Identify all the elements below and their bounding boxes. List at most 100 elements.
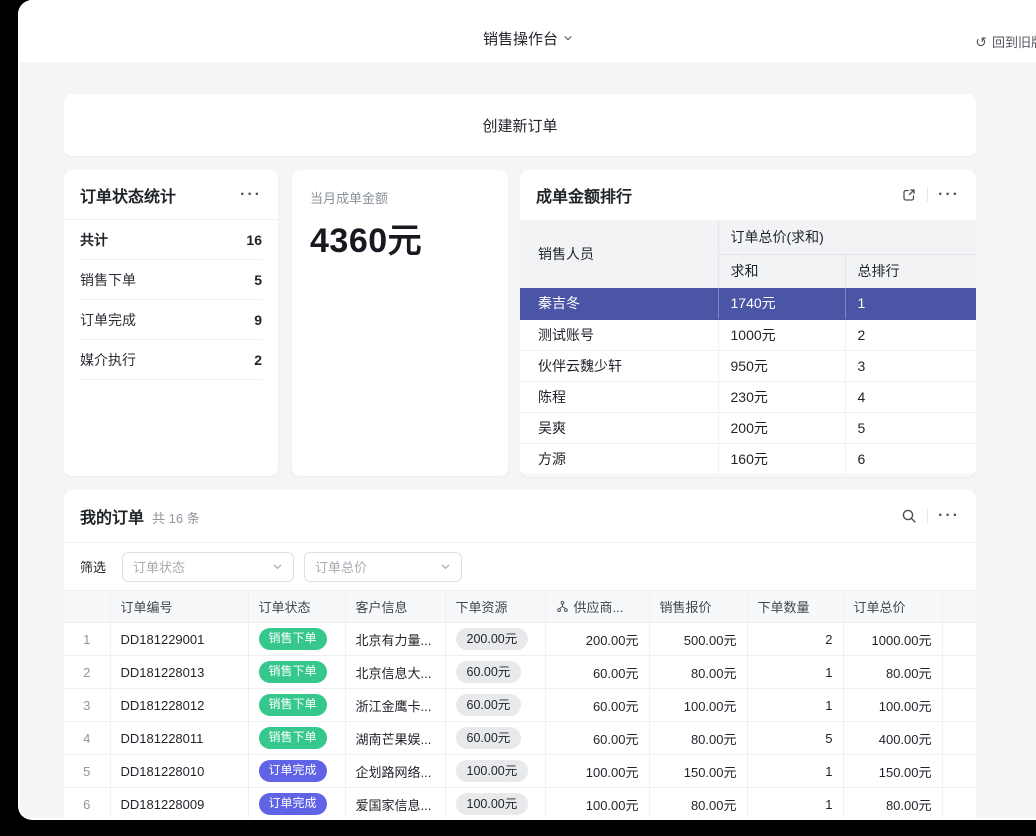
resource-badge: 100.00元 — [456, 793, 529, 815]
row-number: 5 — [64, 755, 110, 788]
order-row[interactable]: 1 DD181229001 销售下单 北京有力量... 200.00元 200.… — [64, 623, 976, 656]
col-resource: 下单资源 — [445, 591, 545, 623]
order-status-cell: 销售下单 — [248, 722, 345, 755]
rank-person: 方源 — [520, 443, 718, 474]
order-row[interactable]: 3 DD181228012 销售下单 浙江金鹰卡... 60.00元 60.00… — [64, 689, 976, 722]
open-external-icon[interactable] — [901, 187, 917, 203]
ellipsis-icon[interactable]: ··· — [240, 187, 262, 203]
order-status-cell: 订单完成 — [248, 788, 345, 821]
quote-cell: 500.00元 — [649, 623, 747, 656]
stat-label: 共计 — [80, 230, 108, 250]
qty-cell: 1 — [747, 656, 843, 689]
order-row[interactable]: 2 DD181228013 销售下单 北京信息大... 60.00元 60.00… — [64, 656, 976, 689]
col-customer: 客户信息 — [345, 591, 445, 623]
back-to-old-version-button[interactable]: ↺ 回到旧版 — [975, 32, 1036, 51]
extra-cell — [942, 656, 976, 689]
rank-col-rank: 总排行 — [845, 254, 976, 288]
quote-cell: 100.00元 — [649, 689, 747, 722]
rank-person: 吴爽 — [520, 412, 718, 443]
rank-row[interactable]: 方源 160元 6 — [520, 443, 976, 474]
rank-row[interactable]: 测试账号 1000元 2 — [520, 319, 976, 350]
order-row[interactable]: 5 DD181228010 订单完成 企划路网络... 100.00元 100.… — [64, 755, 976, 788]
ranking-card-title: 成单金额排行 — [536, 183, 632, 207]
row-number: 3 — [64, 689, 110, 722]
orders-title: 我的订单 — [80, 504, 144, 528]
customer-cell: 浙江金鹰卡... — [345, 689, 445, 722]
app-window: 销售操作台 ↺ 回到旧版 创建新订单 订单状态统计 ··· 共计 16 销售下单… — [18, 0, 1036, 820]
col-quote: 销售报价 — [649, 591, 747, 623]
divider — [927, 509, 928, 523]
order-status-cell: 销售下单 — [248, 623, 345, 656]
qty-cell: 1 — [747, 788, 843, 821]
stat-row-media[interactable]: 媒介执行 2 — [80, 340, 262, 380]
rank-position: 6 — [845, 443, 976, 474]
row-number: 2 — [64, 656, 110, 689]
stat-row-sale[interactable]: 销售下单 5 — [80, 260, 262, 300]
ellipsis-icon[interactable]: ··· — [938, 187, 960, 203]
status-badge: 销售下单 — [259, 694, 327, 716]
workspace-switcher[interactable]: 销售操作台 — [483, 28, 573, 49]
order-row[interactable]: 6 DD181228009 订单完成 爱国家信息... 100.00元 100.… — [64, 788, 976, 821]
supplier-cell: 60.00元 — [545, 656, 649, 689]
stat-label: 媒介执行 — [80, 350, 136, 370]
rank-person: 伙伴云魏少轩 — [520, 350, 718, 381]
order-no: DD181228013 — [110, 656, 248, 689]
resource-badge: 60.00元 — [456, 727, 522, 749]
orders-count: 共 16 条 — [152, 508, 200, 527]
col-supplier-label: 供应商... — [574, 597, 624, 616]
resource-cell: 60.00元 — [445, 656, 545, 689]
resource-badge: 200.00元 — [456, 628, 529, 650]
resource-cell: 60.00元 — [445, 722, 545, 755]
extra-cell — [942, 623, 976, 656]
total-cell: 80.00元 — [843, 656, 942, 689]
total-cell: 150.00元 — [843, 755, 942, 788]
extra-cell — [942, 722, 976, 755]
order-no: DD181229001 — [110, 623, 248, 656]
create-order-button[interactable]: 创建新订单 — [64, 94, 976, 156]
order-status-filter-select[interactable]: 订单状态 — [122, 552, 294, 582]
chevron-down-icon — [440, 561, 451, 572]
rank-row[interactable]: 吴爽 200元 5 — [520, 412, 976, 443]
customer-cell: 企划路网络... — [345, 755, 445, 788]
back-to-old-version-label: 回到旧版 — [992, 32, 1036, 51]
my-orders-card: 我的订单 共 16 条 ··· 筛选 订单状态 订单总价 — [64, 490, 976, 820]
stat-row-done[interactable]: 订单完成 9 — [80, 300, 262, 340]
rank-row[interactable]: 陈程 230元 4 — [520, 381, 976, 412]
status-badge: 订单完成 — [259, 793, 327, 815]
filter-label: 筛选 — [80, 557, 106, 576]
order-no: DD181228012 — [110, 689, 248, 722]
rank-amount: 950元 — [718, 350, 845, 381]
supplier-cell: 60.00元 — [545, 722, 649, 755]
col-order-status: 订单状态 — [248, 591, 345, 623]
stat-label: 销售下单 — [80, 270, 136, 290]
supplier-cell: 100.00元 — [545, 788, 649, 821]
row-number: 6 — [64, 788, 110, 821]
rank-position: 4 — [845, 381, 976, 412]
quote-cell: 150.00元 — [649, 755, 747, 788]
rank-position: 1 — [845, 288, 976, 319]
qty-cell: 1 — [747, 689, 843, 722]
rank-row[interactable]: 秦吉冬 1740元 1 — [520, 288, 976, 319]
order-row[interactable]: 4 DD181228011 销售下单 湖南芒果娱... 60.00元 60.00… — [64, 722, 976, 755]
divider — [927, 188, 928, 202]
extra-cell — [942, 689, 976, 722]
order-total-filter-select[interactable]: 订单总价 — [304, 552, 462, 582]
search-icon[interactable] — [901, 508, 917, 524]
customer-cell: 北京信息大... — [345, 656, 445, 689]
monthly-amount-label: 当月成单金额 — [310, 188, 490, 207]
rank-row[interactable]: 伙伴云魏少轩 950元 3 — [520, 350, 976, 381]
col-row-number — [64, 591, 110, 623]
col-total: 订单总价 — [843, 591, 942, 623]
col-extra — [942, 591, 976, 623]
stat-row-total[interactable]: 共计 16 — [80, 220, 262, 260]
order-status-cell: 销售下单 — [248, 689, 345, 722]
supplier-cell: 200.00元 — [545, 623, 649, 656]
stat-value: 5 — [254, 272, 262, 288]
rank-person: 陈程 — [520, 381, 718, 412]
rollback-icon: ↺ — [975, 35, 987, 49]
top-bar: 销售操作台 ↺ 回到旧版 — [20, 0, 1036, 62]
chevron-down-icon — [563, 33, 573, 43]
rank-amount: 230元 — [718, 381, 845, 412]
ellipsis-icon[interactable]: ··· — [938, 508, 960, 524]
customer-cell: 湖南芒果娱... — [345, 722, 445, 755]
